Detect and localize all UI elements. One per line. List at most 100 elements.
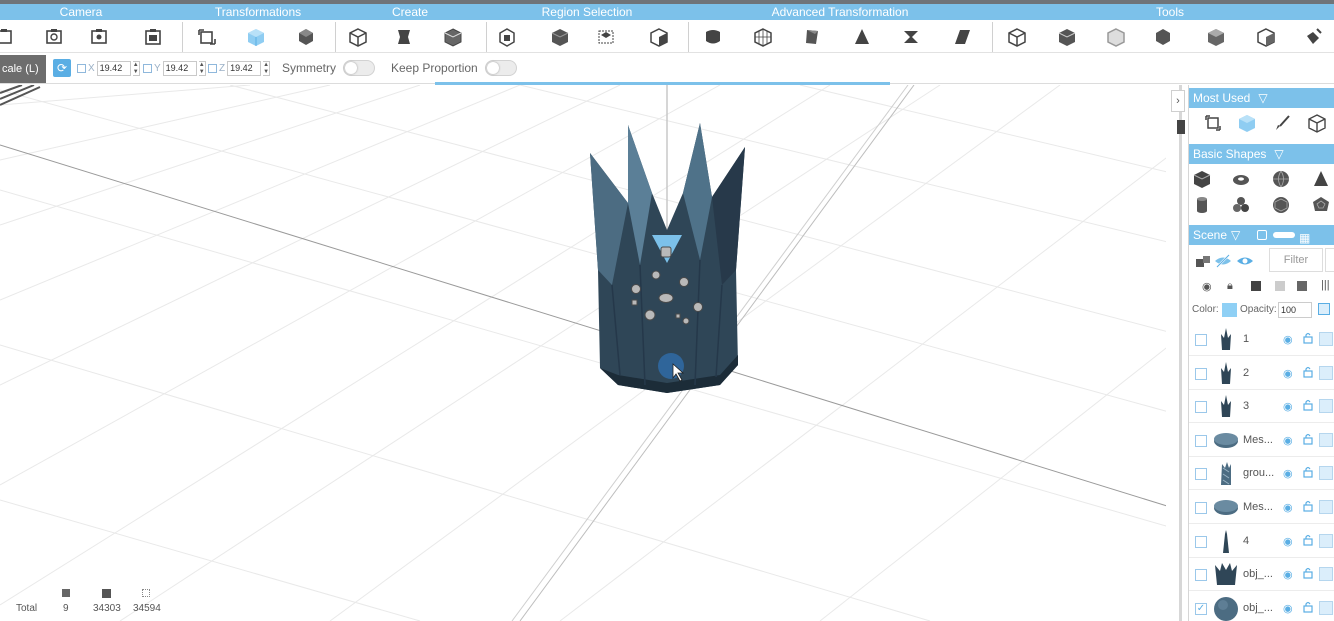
lock-icon[interactable] — [1303, 534, 1313, 546]
3d-viewport[interactable]: Total 9 34303 34594 — [0, 85, 1180, 621]
layer-select-checkbox[interactable] — [1195, 367, 1207, 380]
select-invert-icon[interactable] — [648, 26, 670, 48]
y-spinner[interactable]: ▲ ▼ — [198, 60, 206, 76]
scene-layer-item[interactable]: Mes... ◉ — [1189, 424, 1334, 457]
scene-layer-item[interactable]: ✓ obj_... ◉ — [1189, 592, 1334, 621]
cube-icon[interactable] — [1319, 399, 1333, 414]
category-create[interactable]: Create — [392, 4, 428, 20]
eye-icon[interactable]: ◉ — [1283, 535, 1293, 548]
taper-icon[interactable] — [851, 26, 873, 48]
cube-shape-icon[interactable] — [1192, 169, 1212, 189]
layer-select-checkbox[interactable] — [1195, 468, 1207, 481]
y-lock-checkbox[interactable] — [143, 63, 152, 73]
scene-layer-item[interactable]: 1 ◉ — [1189, 323, 1334, 356]
scene-layer-item[interactable]: grou... ◉ — [1189, 457, 1334, 491]
layer-select-checkbox[interactable] — [1195, 434, 1207, 447]
box-outline-icon[interactable] — [1307, 113, 1327, 133]
layer-select-checkbox[interactable] — [1195, 502, 1207, 514]
lock-icon[interactable] — [1303, 500, 1313, 512]
sphere-shape-icon[interactable] — [1271, 169, 1291, 189]
deform-icon[interactable] — [702, 26, 724, 48]
translate-icon[interactable] — [196, 26, 218, 48]
basic-shapes-header[interactable]: Basic Shapes ▽ — [1189, 144, 1334, 164]
shear-icon[interactable] — [951, 26, 973, 48]
grid-view-icon[interactable]: ▦ — [1299, 228, 1310, 248]
tool-smooth-icon[interactable] — [1152, 26, 1174, 48]
create-box-icon[interactable] — [347, 26, 369, 48]
scene-header[interactable]: Scene ▽ ▦ — [1189, 225, 1334, 245]
scene-filter-input[interactable]: Filter — [1269, 248, 1323, 272]
camera-reset-icon[interactable] — [142, 26, 164, 48]
tool-repair-icon[interactable] — [1255, 26, 1277, 48]
filter-options-icon[interactable] — [1325, 248, 1334, 272]
eye-icon[interactable]: ◉ — [1283, 568, 1293, 581]
eye-icon[interactable]: ◉ — [1283, 602, 1293, 615]
eye-icon[interactable]: ◉ — [1283, 467, 1293, 480]
symmetry-toggle[interactable] — [343, 60, 375, 76]
category-tools[interactable]: Tools — [1156, 4, 1184, 20]
dodecahedron-shape-icon[interactable] — [1311, 195, 1331, 215]
group-objects-icon[interactable] — [1193, 251, 1213, 271]
scene-layer-item[interactable]: 2 ◉ — [1189, 357, 1334, 390]
tool-hollow-icon[interactable] — [1006, 26, 1028, 48]
tool-paint-icon[interactable] — [1303, 26, 1325, 48]
select-faces-icon[interactable] — [549, 26, 571, 48]
cylinder-shape-icon[interactable] — [1192, 195, 1212, 215]
brush-icon[interactable] — [1273, 113, 1293, 133]
scroll-handle[interactable] — [1177, 120, 1185, 134]
lattice-icon[interactable] — [752, 26, 774, 48]
scene-layer-item[interactable]: 3 ◉ — [1189, 390, 1334, 424]
camera-rotate-icon[interactable] — [43, 26, 65, 48]
eye-icon[interactable]: ◉ — [1283, 501, 1293, 514]
cube-icon[interactable] — [1319, 567, 1333, 582]
cube-icon[interactable] — [1319, 432, 1333, 447]
ghost-cube-icon[interactable] — [1275, 281, 1285, 291]
hide-all-icon[interactable] — [1213, 251, 1233, 271]
create-extrude-icon[interactable] — [393, 26, 415, 48]
scene-layer-item[interactable]: 4 ◉ — [1189, 525, 1334, 558]
tool-solid-icon[interactable] — [1056, 26, 1078, 48]
settings-sliders-icon[interactable]: ||| — [1321, 279, 1330, 291]
translate-icon[interactable] — [1203, 113, 1223, 133]
panel-splitter[interactable] — [1166, 85, 1188, 621]
scale-cube-icon[interactable] — [245, 26, 267, 48]
torus-shape-icon[interactable] — [1231, 169, 1251, 189]
mesh-cube-icon[interactable] — [1297, 281, 1307, 291]
view-slider-icon[interactable] — [1273, 232, 1295, 238]
create-shell-icon[interactable] — [442, 26, 464, 48]
x-value-input[interactable] — [96, 60, 131, 76]
layer-select-checkbox[interactable] — [1195, 569, 1207, 582]
layer-select-checkbox[interactable] — [1195, 334, 1207, 346]
bend-icon[interactable] — [900, 26, 922, 48]
cube-icon[interactable] — [1319, 600, 1333, 615]
category-advanced-transformation[interactable]: Advanced Transformation — [772, 4, 909, 20]
layer-select-checkbox[interactable]: ✓ — [1195, 602, 1207, 615]
category-transformations[interactable]: Transformations — [215, 4, 301, 20]
cube-icon[interactable] — [1319, 365, 1333, 380]
eye-icon[interactable]: ◉ — [1283, 367, 1293, 380]
scene-layer-item[interactable]: obj_... ◉ — [1189, 558, 1334, 592]
lock-icon[interactable] — [1303, 332, 1313, 344]
cube-icon[interactable] — [1319, 466, 1333, 481]
apply-color-button[interactable] — [1318, 303, 1330, 315]
color-swatch[interactable] — [1222, 303, 1237, 317]
lock-icon[interactable]: 🔒︎ — [1227, 280, 1233, 293]
z-spinner[interactable]: ▲ ▼ — [263, 60, 271, 76]
eye-icon[interactable]: ◉ — [1283, 400, 1293, 413]
lock-icon[interactable] — [1303, 366, 1313, 378]
cube-icon[interactable] — [1319, 533, 1333, 548]
layer-select-checkbox[interactable] — [1195, 401, 1207, 414]
camera-settings-icon[interactable] — [88, 26, 110, 48]
collapse-panel-button[interactable]: › — [1171, 90, 1185, 112]
solid-cube-icon[interactable] — [1251, 281, 1261, 291]
spheres-cluster-icon[interactable] — [1231, 195, 1251, 215]
twist-icon[interactable] — [801, 26, 823, 48]
reset-scale-button[interactable]: ⟳ — [53, 59, 71, 77]
y-value-input[interactable] — [162, 60, 197, 76]
select-region-icon[interactable] — [496, 26, 518, 48]
select-box-icon[interactable] — [595, 26, 617, 48]
cone-shape-icon[interactable] — [1311, 169, 1331, 189]
scale-mode-tab[interactable]: cale (L) — [0, 55, 46, 83]
keep-proportion-toggle[interactable] — [485, 60, 517, 76]
scene-layer-item[interactable]: Mes... ◉ — [1189, 491, 1334, 524]
